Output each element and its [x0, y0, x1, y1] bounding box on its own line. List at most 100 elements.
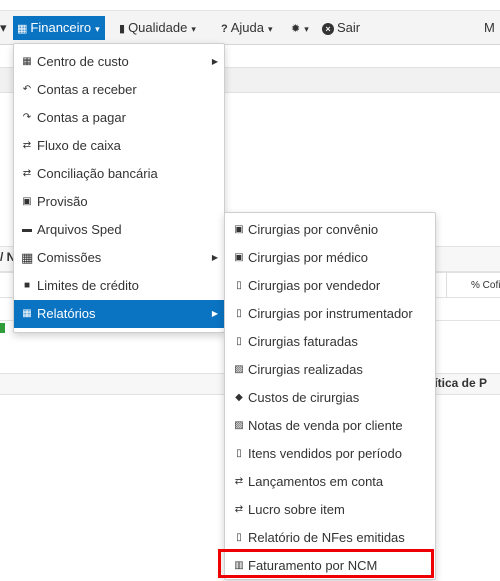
nav-user[interactable]: M [484, 16, 495, 40]
nav-user-label: M [484, 20, 495, 35]
chevron-down-icon: ▾ [0, 20, 7, 35]
menu-item-label: Fluxo de caixa [37, 138, 121, 153]
menu-item-label: Provisão [37, 194, 88, 209]
menu-item-comissoes[interactable]: ▦ Comissões ▶ [14, 244, 224, 272]
chevron-down-icon: ▾ [191, 24, 196, 34]
menu-item-itens-vendidos-por-periodo[interactable]: ▯ Itens vendidos por período [225, 440, 435, 468]
chevron-right-icon: ▶ [211, 309, 218, 318]
menu-item-label: Cirurgias por vendedor [248, 278, 381, 293]
question-icon: ? [221, 23, 228, 35]
menu-item-label: Relatórios [37, 306, 96, 321]
gear-icon: ✹ [291, 23, 301, 35]
menu-item-provisao[interactable]: ▣ Provisão [14, 188, 224, 216]
menu-item-cirurgias-por-vendedor[interactable]: ▯ Cirurgias por vendedor [225, 272, 435, 300]
tag-icon: ◆ [235, 392, 243, 403]
clipboard-icon: ▯ [236, 336, 242, 347]
menu-item-conciliacao-bancaria[interactable]: ⇄ Conciliação bancária [14, 160, 224, 188]
menu-item-lancamentos-em-conta[interactable]: ⇄ Lançamentos em conta [225, 468, 435, 496]
menu-item-faturamento-por-ncm[interactable]: ▥ Faturamento por NCM [225, 552, 435, 580]
nav-qualidade-label: Qualidade [128, 20, 188, 35]
grid-icon: ▦ [22, 56, 32, 67]
exchange-icon: ⇄ [234, 504, 244, 515]
exchange-icon: ⇄ [234, 476, 244, 487]
nav-sair[interactable]: × Sair [322, 16, 360, 40]
menu-item-label: Comissões [37, 250, 102, 265]
menu-item-label: Lucro sobre item [248, 502, 345, 517]
menu-item-label: Centro de custo [37, 54, 129, 69]
menu-item-relatorio-de-nfes-emitidas[interactable]: ▯ Relatório de NFes emitidas [225, 524, 435, 552]
redo-icon: ↷ [22, 112, 32, 123]
menu-item-label: Itens vendidos por período [248, 446, 402, 461]
main-navbar: ▾ ▦ Financeiro ▾ ▮ Qualidade ▾ ? Ajuda ▾ ✹ ▾ × S… [0, 11, 500, 45]
menu-item-arquivos-sped[interactable]: ▬ Arquivos Sped [14, 216, 224, 244]
image-icon: ▨ [234, 420, 244, 431]
chevron-down-icon: ▾ [267, 24, 273, 34]
menu-item-label: Cirurgias por instrumentador [248, 306, 413, 321]
previous-menu-caret[interactable]: ▾ [0, 16, 7, 40]
menu-item-label: Arquivos Sped [37, 222, 122, 237]
undo-icon: ↶ [22, 84, 32, 95]
menu-item-label: Lançamentos em conta [248, 474, 384, 489]
menu-item-label: Contas a pagar [37, 110, 126, 125]
grid-icon: ▦ [17, 23, 28, 35]
nav-financeiro-label: Financeiro [30, 20, 92, 35]
menu-item-lucro-sobre-item[interactable]: ⇄ Lucro sobre item [225, 496, 435, 524]
menu-item-label: Notas de venda por cliente [248, 418, 403, 433]
relatorios-submenu: ▣ Cirurgias por convênio ▣ Cirurgias por m… [224, 212, 436, 580]
financeiro-dropdown-menu: ▦ Centro de custo ▶ ↶ Contas a receber ↷ Con… [13, 43, 225, 333]
clipboard-icon: ▯ [236, 448, 242, 459]
briefcase-icon: ▣ [22, 196, 32, 207]
exchange-icon: ⇄ [22, 168, 32, 179]
chevron-right-icon: ▶ [211, 57, 218, 66]
clipboard-icon: ▯ [236, 308, 242, 319]
menu-item-cirurgias-realizadas[interactable]: ▨ Cirurgias realizadas [225, 356, 435, 384]
menu-item-fluxo-de-caixa[interactable]: ⇄ Fluxo de caixa [14, 132, 224, 160]
exchange-icon: ⇄ [22, 140, 32, 151]
menu-item-cirurgias-por-convenio[interactable]: ▣ Cirurgias por convênio [225, 216, 435, 244]
nav-sair-label: Sair [337, 20, 361, 35]
nav-ajuda[interactable]: ? Ajuda ▾ [221, 16, 273, 40]
menu-item-label: Conciliação bancária [37, 166, 158, 181]
menu-item-contas-a-pagar[interactable]: ↷ Contas a pagar [14, 104, 224, 132]
menu-item-relatorios[interactable]: ▦ Relatórios ▶ [14, 300, 224, 328]
chevron-right-icon: ▶ [211, 253, 218, 262]
lock-icon: ■ [23, 280, 31, 291]
folder-icon: ▬ [22, 224, 32, 235]
background-panel-title-right: lítica de P [431, 376, 488, 390]
menu-item-cirurgias-faturadas[interactable]: ▯ Cirurgias faturadas [225, 328, 435, 356]
nav-ajuda-label: Ajuda [230, 20, 264, 35]
briefcase-icon: ▣ [234, 252, 244, 263]
menu-item-label: Contas a receber [37, 82, 137, 97]
menu-item-notas-de-venda-por-cliente[interactable]: ▨ Notas de venda por cliente [225, 412, 435, 440]
menu-item-label: Faturamento por NCM [248, 558, 378, 573]
menu-item-label: Relatório de NFes emitidas [248, 530, 405, 545]
image-icon: ▨ [234, 364, 244, 375]
table-column-divider [446, 272, 447, 298]
menu-item-limites-de-credito[interactable]: ■ Limites de crédito [14, 272, 224, 300]
clipboard-icon: ▯ [236, 280, 242, 291]
chevron-down-icon: ▾ [304, 24, 309, 34]
close-circle-icon: × [322, 23, 334, 35]
menu-item-label: Cirurgias realizadas [248, 362, 363, 377]
chevron-down-icon: ▾ [95, 24, 100, 34]
status-indicator [0, 323, 5, 333]
menu-item-label: Cirurgias faturadas [248, 334, 358, 349]
top-strip [0, 0, 500, 11]
doc-icon: ▮ [119, 23, 126, 35]
building-icon: ▥ [234, 560, 244, 571]
menu-item-contas-a-receber[interactable]: ↶ Contas a receber [14, 76, 224, 104]
grid-icon: ▦ [22, 308, 32, 319]
menu-item-label: Custos de cirurgias [248, 390, 360, 405]
nav-settings[interactable]: ✹ ▾ [291, 16, 309, 40]
nav-financeiro[interactable]: ▦ Financeiro ▾ [13, 16, 105, 40]
clipboard-icon: ▯ [236, 532, 242, 543]
menu-item-cirurgias-por-medico[interactable]: ▣ Cirurgias por médico [225, 244, 435, 272]
briefcase-icon: ▣ [234, 224, 244, 235]
menu-item-custos-de-cirurgias[interactable]: ◆ Custos de cirurgias [225, 384, 435, 412]
nav-qualidade[interactable]: ▮ Qualidade ▾ [119, 16, 196, 40]
menu-item-label: Limites de crédito [37, 278, 139, 293]
menu-item-label: Cirurgias por convênio [248, 222, 379, 237]
table-header-cofins: % Cofi [471, 280, 500, 291]
menu-item-cirurgias-por-instrumentador[interactable]: ▯ Cirurgias por instrumentador [225, 300, 435, 328]
menu-item-centro-de-custo[interactable]: ▦ Centro de custo ▶ [14, 48, 224, 76]
